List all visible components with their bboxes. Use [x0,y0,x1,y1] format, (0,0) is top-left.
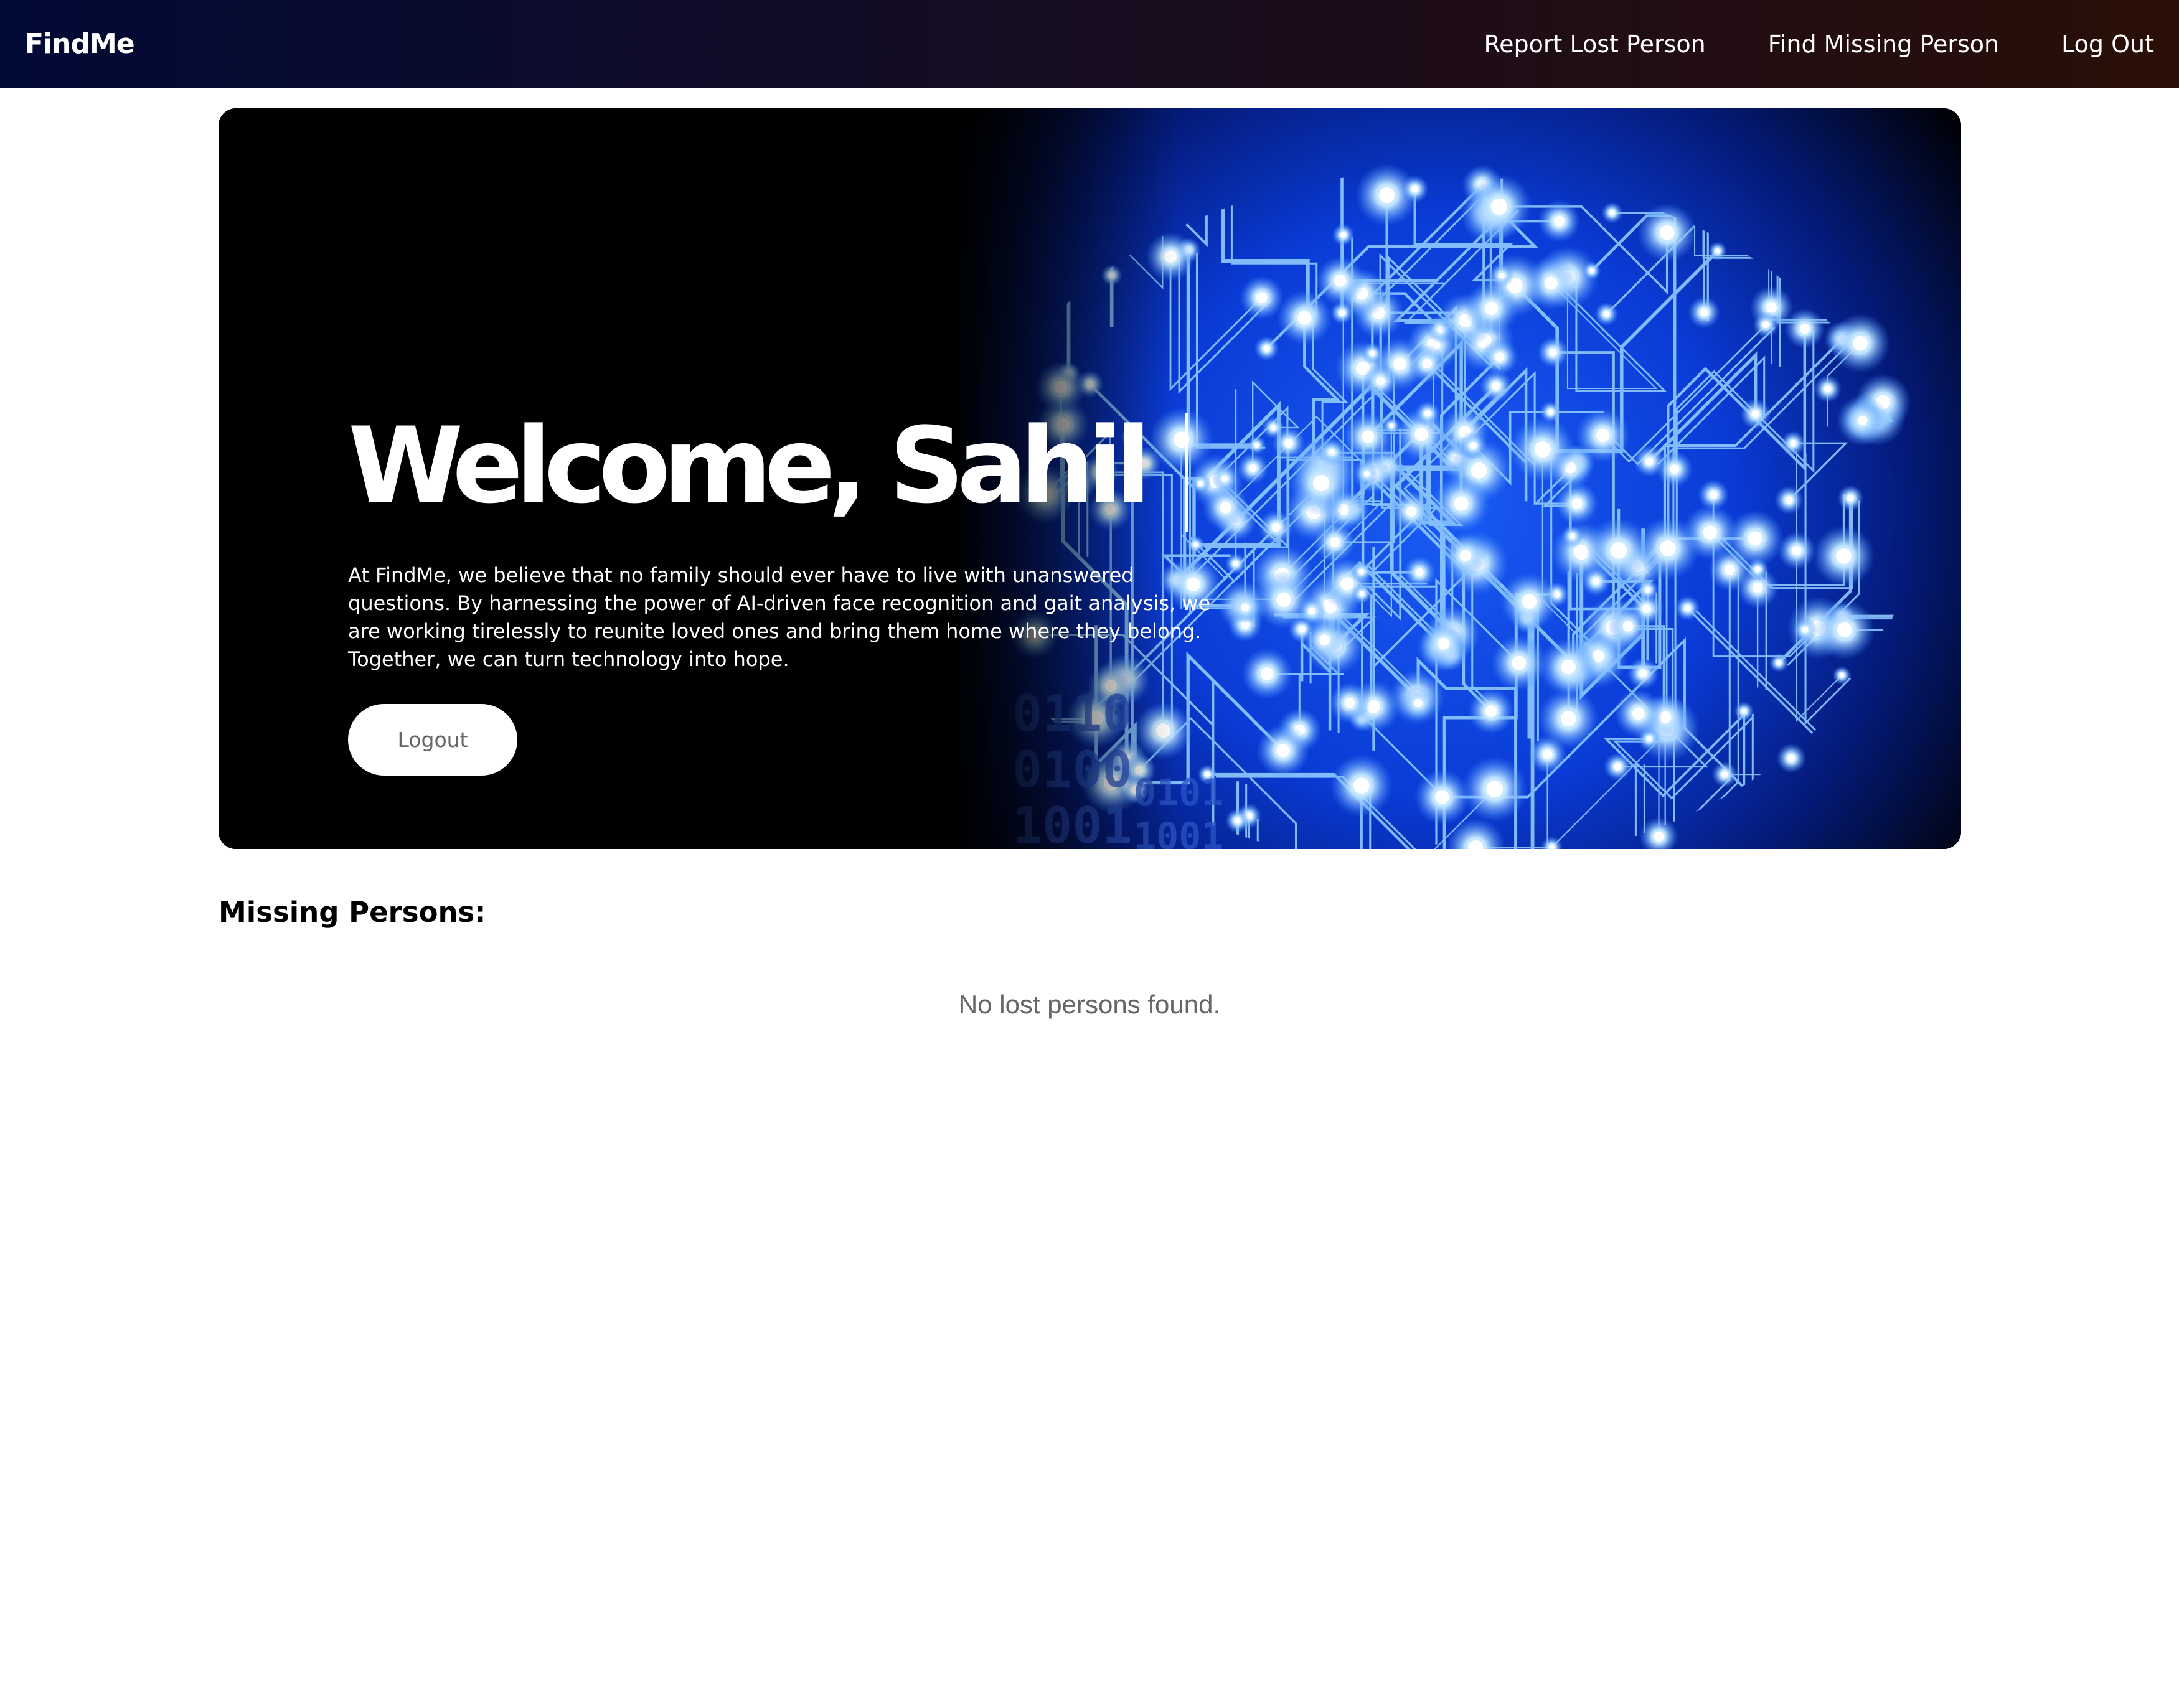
text-cursor [1185,413,1188,532]
nav-log-out[interactable]: Log Out [2061,30,2154,58]
nav-report-lost-person[interactable]: Report Lost Person [1484,30,1705,58]
hero-banner: 01100100010110011001 Welcome, Sahil At F… [219,108,1961,849]
nav-find-missing-person[interactable]: Find Missing Person [1768,30,1999,58]
brand-logo[interactable]: FindMe [25,28,135,60]
top-navbar: FindMe Report Lost Person Find Missing P… [0,0,2179,88]
logout-button[interactable]: Logout [348,704,517,776]
missing-persons-heading: Missing Persons: [219,896,486,929]
welcome-heading: Welcome, Sahil [348,405,1151,527]
hero-description: At FindMe, we believe that no family sho… [348,563,1211,671]
nav-links: Report Lost Person Find Missing Person L… [1421,0,2154,88]
empty-state-message: No lost persons found. [958,990,1221,1019]
